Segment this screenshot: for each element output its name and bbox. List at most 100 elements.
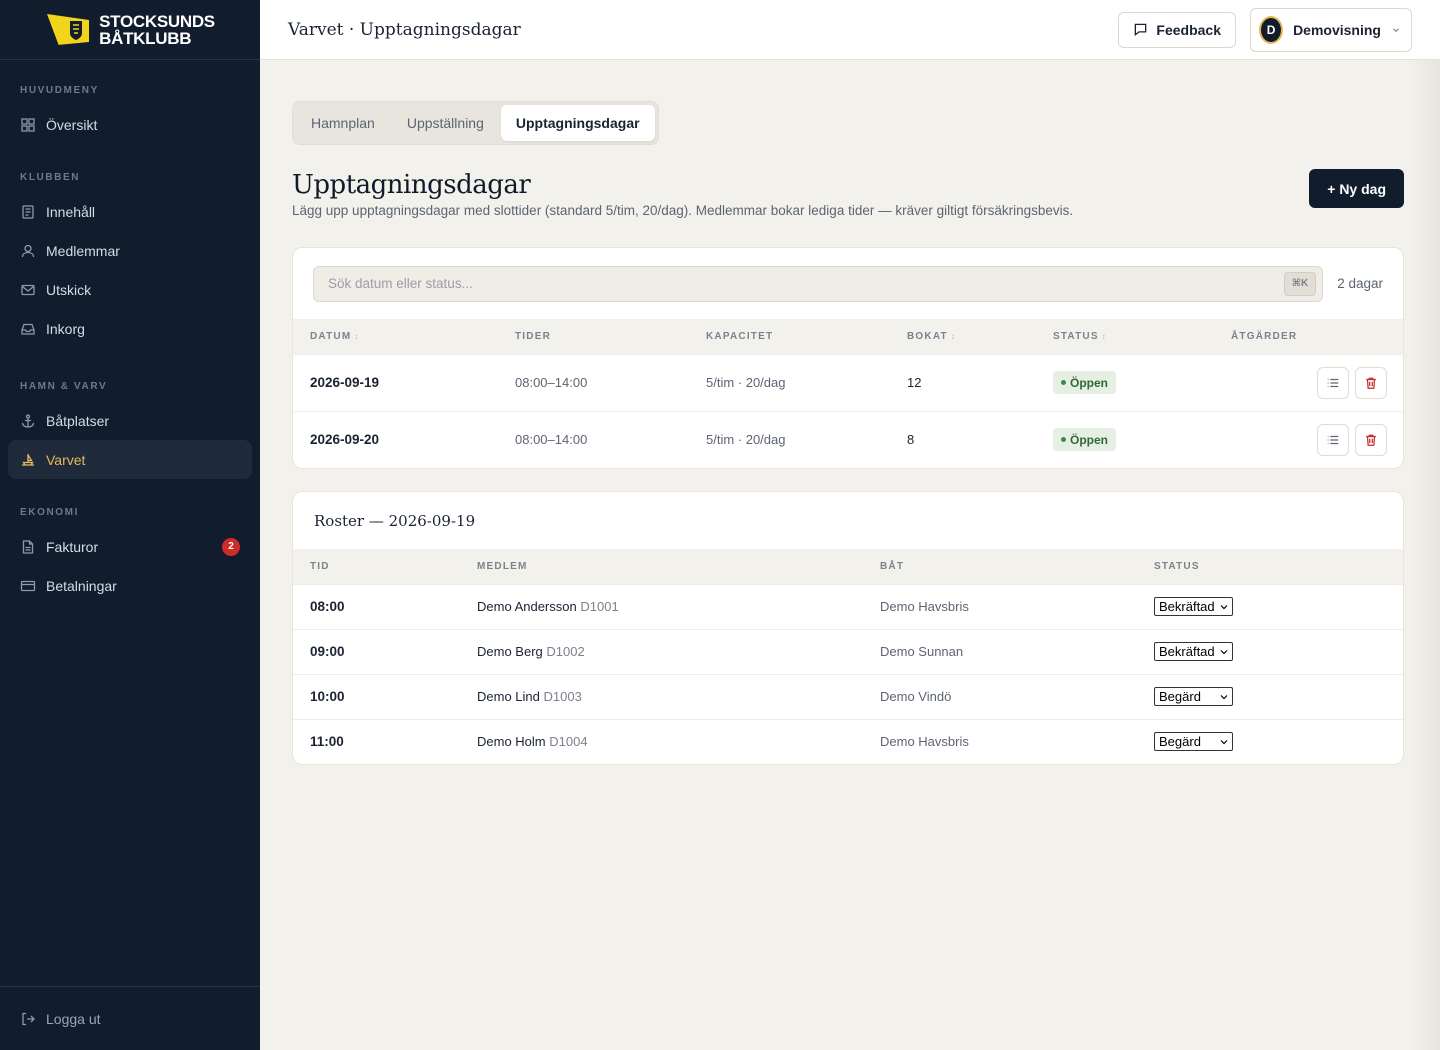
cell-status: Bekräftad bbox=[1137, 583, 1403, 629]
sidebar-item-label: Fakturor bbox=[46, 538, 99, 555]
nav-heading-main: HUVUDMENY bbox=[20, 85, 99, 96]
brand-logo[interactable]: STOCKSUNDS BÅTKLUBB bbox=[0, 0, 260, 60]
cell-member: Demo Berg D1002 bbox=[460, 628, 863, 674]
cell-member: Demo Holm D1004 bbox=[460, 718, 863, 764]
shipyard-icon bbox=[22, 453, 34, 466]
cell-status: Öppen bbox=[1036, 353, 1214, 411]
feedback-button[interactable]: Feedback bbox=[1118, 11, 1236, 48]
cell-status: Öppen bbox=[1036, 410, 1214, 468]
topbar: Varvet · Upptagningsdagar Feedback D Dem… bbox=[260, 0, 1440, 60]
status-select[interactable]: Begärd bbox=[1154, 732, 1233, 752]
list-icon bbox=[1327, 435, 1339, 444]
nav-section-klubben: KLUBBEN Innehåll Medlemmar Utskick Inkor… bbox=[0, 172, 260, 348]
sidebar-item-varvet[interactable]: Varvet bbox=[8, 440, 252, 479]
tab-bar: Hamnplan Uppställning Upptagningsdagar bbox=[292, 101, 659, 145]
search-row: Sök datum eller status... ⌘K 2 dagar bbox=[293, 248, 1403, 319]
roster-title: Roster — 2026-09-19 bbox=[314, 511, 476, 530]
nav-section-hamn: HAMN & VARV Båtplatser Varvet bbox=[0, 381, 260, 479]
tab-hamnplan[interactable]: Hamnplan bbox=[296, 105, 390, 141]
page-description: Lägg upp upptagningsdagar med slottider … bbox=[292, 203, 1074, 218]
trash-icon bbox=[1366, 377, 1376, 389]
sidebar-item-label: Betalningar bbox=[46, 577, 117, 594]
status-badge: Öppen bbox=[1053, 428, 1116, 452]
roster-button[interactable] bbox=[1317, 366, 1349, 399]
tab-upptagningsdagar[interactable]: Upptagningsdagar bbox=[500, 105, 655, 141]
roster-button[interactable] bbox=[1317, 423, 1349, 456]
page-title: Upptagningsdagar bbox=[292, 170, 531, 200]
status-select[interactable]: Bekräftad bbox=[1154, 642, 1233, 661]
sidebar-item-label: Utskick bbox=[46, 281, 92, 298]
column-header-kapacitet: KAPACITET bbox=[689, 319, 890, 354]
cell-times: 08:00–14:00 bbox=[498, 410, 689, 468]
status-select[interactable]: Bekräftad bbox=[1154, 597, 1233, 616]
sidebar-item-label: Medlemmar bbox=[46, 242, 120, 259]
trash-icon bbox=[1366, 434, 1376, 446]
cell-times: 08:00–14:00 bbox=[498, 353, 689, 411]
sidebar-item-innehall[interactable]: Innehåll bbox=[8, 192, 252, 231]
table-header-row: DATUM ↕ TIDER KAPACITET BOKAT ↕ STATUS ↕ ÅT… bbox=[293, 319, 1403, 354]
cell-status: Begärd bbox=[1137, 718, 1403, 764]
grid-icon bbox=[21, 117, 35, 132]
card-icon bbox=[20, 580, 36, 591]
roster-card: Roster — 2026-09-19 TID MEDLEM BÅT STATU… bbox=[292, 491, 1404, 765]
column-header-status[interactable]: STATUS ↕ bbox=[1036, 319, 1214, 354]
chevron-down-icon bbox=[1220, 739, 1228, 745]
sidebar-item-inkorg[interactable]: Inkorg bbox=[8, 309, 252, 348]
nav-heading-hamn: HAMN & VARV bbox=[20, 381, 108, 392]
sort-icon: ↕ bbox=[1101, 331, 1107, 341]
delete-button[interactable] bbox=[1355, 366, 1387, 399]
avatar: D bbox=[1259, 15, 1284, 44]
nav-section-ekonomi: EKONOMI Fakturor 2 Betalningar bbox=[0, 507, 260, 605]
cell-actions bbox=[1214, 353, 1403, 411]
invoice-icon bbox=[22, 539, 34, 554]
table-row[interactable]: 2026-09-19 08:00–14:00 5/tim · 20/dag 12… bbox=[293, 353, 1403, 411]
delete-button[interactable] bbox=[1355, 423, 1387, 456]
cell-time: 09:00 bbox=[293, 628, 460, 674]
table-row: 08:00 Demo Andersson D1001 Demo Havsbris… bbox=[293, 583, 1403, 629]
sidebar-item-betalningar[interactable]: Betalningar bbox=[8, 566, 252, 605]
status-select[interactable]: Begärd bbox=[1154, 687, 1233, 706]
user-menu-button[interactable]: D Demovisning bbox=[1250, 7, 1412, 52]
cell-actions bbox=[1214, 410, 1403, 468]
sort-icon: ↕ bbox=[950, 331, 957, 341]
column-header-atgarder: ÅTGÄRDER bbox=[1214, 319, 1403, 354]
cell-time: 10:00 bbox=[293, 673, 460, 719]
page-header: Upptagningsdagar Lägg upp upptagningsdag… bbox=[292, 169, 1404, 221]
column-header-tid: TID bbox=[293, 549, 460, 584]
nav-section-main: HUVUDMENY Översikt bbox=[0, 85, 260, 144]
brand-name: STOCKSUNDS BÅTKLUBB bbox=[99, 11, 215, 48]
chevron-down-icon bbox=[1220, 604, 1228, 609]
sidebar-item-label: Båtplatser bbox=[46, 412, 110, 429]
sidebar-item-medlemmar[interactable]: Medlemmar bbox=[8, 231, 252, 270]
cell-date: 2026-09-20 bbox=[293, 410, 498, 468]
feedback-label: Feedback bbox=[1156, 21, 1221, 38]
document-icon bbox=[22, 204, 34, 219]
column-header-datum[interactable]: DATUM ↕ bbox=[293, 319, 498, 354]
logout-button[interactable]: Logga ut bbox=[8, 999, 252, 1038]
new-day-button[interactable]: + Ny dag bbox=[1309, 169, 1404, 208]
search-input[interactable]: Sök datum eller status... ⌘K bbox=[313, 265, 1324, 302]
user-icon bbox=[21, 244, 35, 257]
days-card: Sök datum eller status... ⌘K 2 dagar DAT… bbox=[292, 247, 1404, 469]
main-content: Hamnplan Uppställning Upptagningsdagar U… bbox=[292, 101, 1404, 765]
sidebar-item-fakturor[interactable]: Fakturor 2 bbox=[8, 527, 252, 566]
inbox-icon bbox=[21, 323, 35, 335]
sidebar: STOCKSUNDS BÅTKLUBB HUVUDMENY Översikt K… bbox=[0, 0, 260, 1050]
user-name: Demovisning bbox=[1293, 21, 1381, 38]
table-row[interactable]: 2026-09-20 08:00–14:00 5/tim · 20/dag 8 … bbox=[293, 410, 1403, 468]
cell-status: Begärd bbox=[1137, 673, 1403, 719]
sidebar-item-batplatser[interactable]: Båtplatser bbox=[8, 401, 252, 440]
column-header-bokat[interactable]: BOKAT ↕ bbox=[890, 319, 1036, 354]
cell-boat: Demo Havsbris bbox=[863, 718, 1137, 764]
logout-area: Logga ut bbox=[0, 986, 260, 1050]
sidebar-item-oversikt[interactable]: Översikt bbox=[8, 105, 252, 144]
cell-date: 2026-09-19 bbox=[293, 353, 498, 411]
cell-boat: Demo Havsbris bbox=[863, 583, 1137, 629]
sidebar-item-utskick[interactable]: Utskick bbox=[8, 270, 252, 309]
logout-icon bbox=[22, 1012, 35, 1025]
tab-uppstallning[interactable]: Uppställning bbox=[392, 105, 499, 141]
search-placeholder: Sök datum eller status... bbox=[328, 276, 473, 291]
column-header-medlem: MEDLEM bbox=[460, 549, 863, 584]
result-count: 2 dagar bbox=[1337, 276, 1383, 291]
shortcut-hint: ⌘K bbox=[1283, 271, 1317, 296]
